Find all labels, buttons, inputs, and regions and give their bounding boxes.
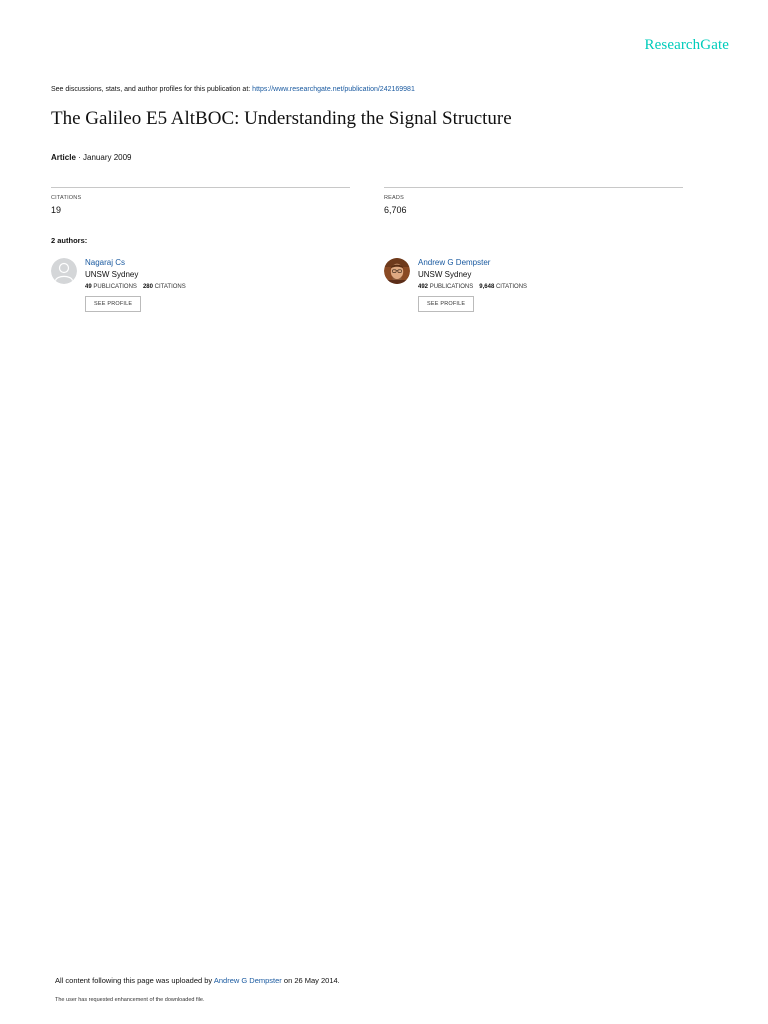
default-user-avatar-icon[interactable] (51, 258, 77, 284)
author-info: Nagaraj Cs UNSW Sydney 49 PUBLICATIONS 28… (85, 258, 186, 312)
author-stats: 49 PUBLICATIONS 280 CITATIONS (85, 284, 186, 290)
citations-label: CITATIONS (51, 195, 82, 201)
citations-stat: CITATIONS 19 (51, 187, 350, 215)
see-profile-button[interactable]: SEE PROFILE (418, 296, 475, 312)
upload-notice: All content following this page was uplo… (55, 976, 340, 985)
authors-heading: 2 authors: (51, 236, 88, 245)
citations-count: 280 (142, 284, 153, 290)
author-institution: UNSW Sydney (418, 270, 472, 279)
publications-label: PUBLICATIONS (429, 284, 474, 290)
author-name-link[interactable]: Andrew G Dempster (418, 258, 527, 267)
author-photo-icon[interactable] (384, 258, 410, 284)
citations-label: CITATIONS (154, 284, 186, 290)
author-name-link[interactable]: Nagaraj Cs (85, 258, 186, 267)
publication-url-link[interactable]: https://www.researchgate.net/publication… (252, 86, 415, 93)
uploader-link[interactable]: Andrew G Dempster (214, 976, 282, 985)
publication-title: The Galileo E5 AltBOC: Understanding the… (51, 108, 512, 129)
publications-count: 49 (85, 284, 92, 290)
author-card: Nagaraj Cs UNSW Sydney 49 PUBLICATIONS 28… (51, 258, 351, 322)
publications-label: PUBLICATIONS (93, 284, 137, 290)
citations-label: CITATIONS (495, 284, 528, 290)
author-stats: 492 PUBLICATIONS 9,648 CITATIONS (418, 284, 527, 290)
upload-prefix: All content following this page was uplo… (55, 976, 214, 985)
author-info: Andrew G Dempster UNSW Sydney 492 PUBLIC… (418, 258, 527, 312)
discussion-prefix: See discussions, stats, and author profi… (51, 86, 253, 93)
upload-suffix: on 26 May 2014. (281, 976, 340, 985)
citations-value: 19 (51, 205, 62, 215)
citations-count: 9,648 (479, 284, 495, 290)
publication-meta: Article · January 2009 (51, 153, 132, 162)
publications-count: 492 (418, 284, 429, 290)
discussion-line: See discussions, stats, and author profi… (51, 86, 415, 93)
enhancement-note: The user has requested enhancement of th… (55, 997, 205, 1003)
publication-date: January 2009 (83, 153, 132, 162)
reads-label: READS (384, 195, 404, 201)
publication-type: Article (51, 153, 76, 162)
author-card: Andrew G Dempster UNSW Sydney 492 PUBLIC… (384, 258, 684, 322)
reads-value: 6,706 (384, 205, 407, 215)
meta-separator: · (75, 153, 84, 162)
see-profile-button[interactable]: SEE PROFILE (85, 296, 142, 312)
reads-stat: READS 6,706 (384, 187, 683, 215)
author-institution: UNSW Sydney (85, 270, 139, 279)
researchgate-logo-link[interactable]: ResearchGate (645, 37, 729, 54)
